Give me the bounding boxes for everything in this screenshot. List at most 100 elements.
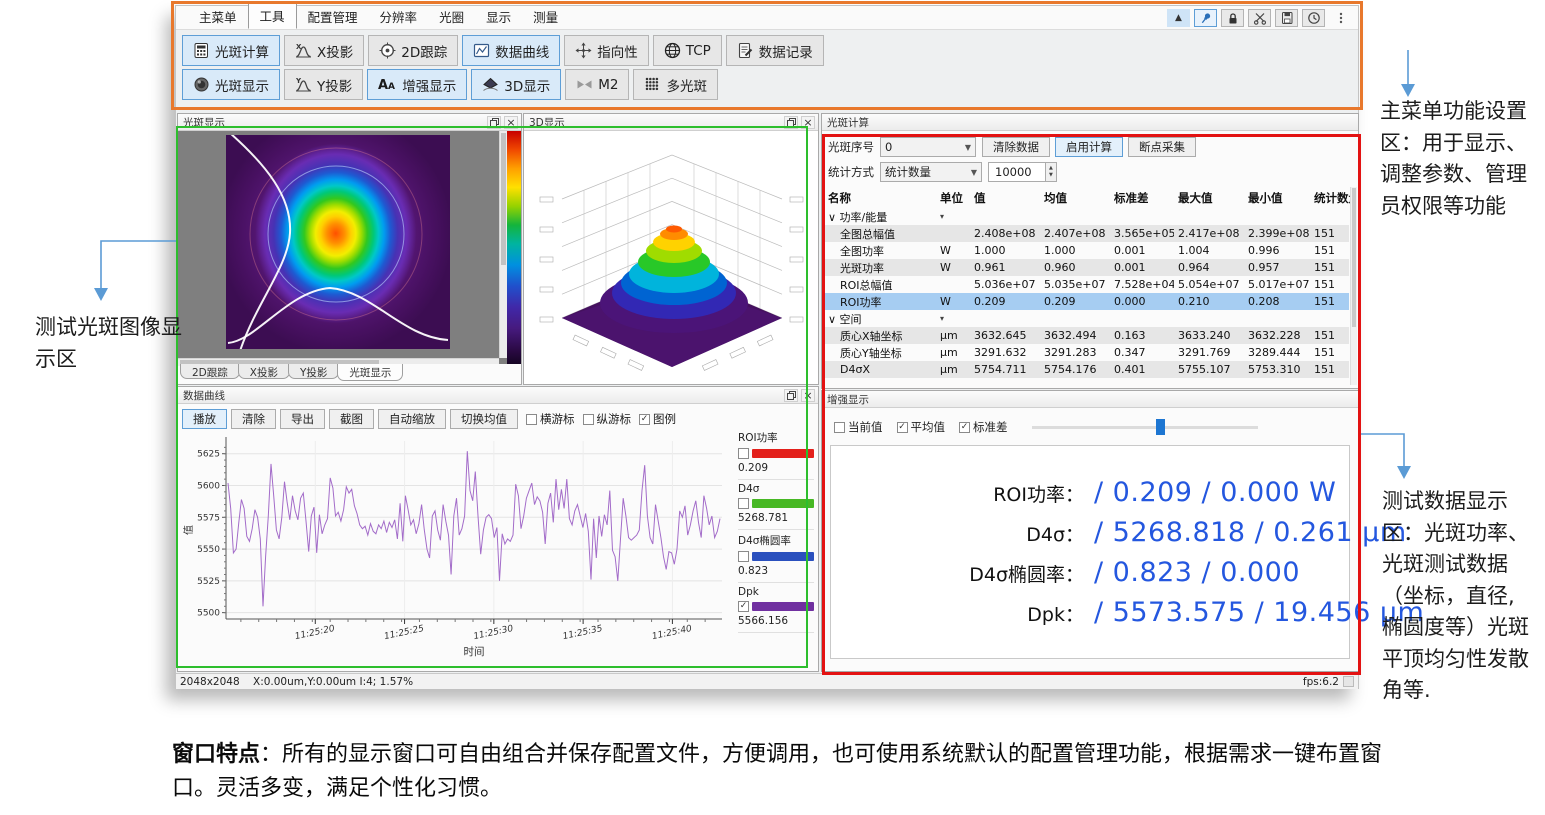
surface-3d-plot — [524, 131, 820, 384]
toolbar-button-m2[interactable]: M2 — [565, 69, 629, 100]
curve-legend: ROI功率0.209D4σ5268.781D4σ椭圆率0.823Dpk✓5566… — [738, 427, 814, 633]
surface-3d-view[interactable] — [524, 131, 818, 384]
vertical-scrollbar[interactable] — [499, 131, 507, 358]
curve-button-播放[interactable]: 播放 — [182, 409, 227, 429]
table-row[interactable]: 全图总幅值2.408e+082.407e+083.565e+052.417e+0… — [824, 225, 1349, 242]
cut-icon[interactable] — [1248, 9, 1271, 27]
toolbar-button-label: 数据记录 — [759, 41, 813, 61]
curve-button-自动缩放[interactable]: 自动缩放 — [378, 409, 446, 429]
legend-checkbox[interactable] — [738, 551, 749, 562]
curve-checkbox-横游标[interactable]: 横游标 — [526, 411, 575, 427]
beam-tabbar: 2D跟踪X投影Y投影光斑显示 — [180, 364, 521, 384]
table-row[interactable]: 全图功率W1.0001.0000.0011.0040.996151 — [824, 242, 1349, 259]
close-icon[interactable]: × — [801, 116, 815, 129]
curve-button-清除[interactable]: 清除 — [231, 409, 276, 429]
toolbar-button-spot-display[interactable]: 光斑显示 — [182, 69, 280, 100]
pin-icon[interactable] — [1194, 9, 1217, 27]
page: 主菜单工具配置管理分辨率光圈显示测量 ▲ — [0, 0, 1545, 815]
more-icon[interactable] — [1329, 9, 1352, 27]
beam-tab-光斑显示[interactable]: 光斑显示 — [337, 364, 403, 381]
table-row[interactable]: D4σXμm5754.7115754.1760.4015755.1075753.… — [824, 361, 1349, 378]
color-scale-bar — [507, 131, 521, 366]
toolbar-button-track-2d[interactable]: 2D跟踪 — [368, 35, 458, 66]
toolbar-button-globe[interactable]: TCP — [653, 35, 722, 66]
restore-icon[interactable] — [784, 116, 798, 129]
history-icon[interactable] — [1302, 9, 1325, 27]
toolbar-button-display-3d[interactable]: 3D显示 — [471, 69, 561, 100]
table-row[interactable]: ROI功率W0.2090.2090.0000.2100.208151 — [824, 293, 1349, 310]
calc-button-清除数据[interactable]: 清除数据 — [982, 137, 1050, 157]
menu-item-6[interactable]: 测量 — [522, 4, 569, 29]
svg-text:5550: 5550 — [197, 545, 220, 555]
beam-overlay — [226, 135, 450, 349]
curve-button-切换均值[interactable]: 切换均值 — [450, 409, 518, 429]
table-group-row[interactable]: ∨ 空间▾ — [824, 310, 1349, 327]
spot-seq-select[interactable]: 0▼ — [880, 137, 976, 157]
svg-text:A: A — [388, 82, 395, 92]
enhanced-panel-titlebar: 增强显示 — [822, 391, 1358, 408]
table-row[interactable]: 光斑功率W0.9610.9600.0010.9640.957151 — [824, 259, 1349, 276]
menu-item-3[interactable]: 分辨率 — [369, 4, 429, 29]
annotation-left: 测试光斑图像显示区 — [35, 312, 185, 375]
projection-x-icon: X — [295, 42, 312, 59]
table-row[interactable]: 质心X轴坐标μm3632.6453632.4940.1633633.240363… — [824, 327, 1349, 344]
resize-grip[interactable] — [1343, 676, 1354, 687]
beam-tab-2D跟踪[interactable]: 2D跟踪 — [180, 364, 240, 379]
toolbar-button-projection-y[interactable]: YY投影 — [284, 69, 363, 100]
menu-item-1[interactable]: 工具 — [248, 2, 297, 29]
beam-tab-Y投影[interactable]: Y投影 — [288, 364, 339, 379]
collapse-icon[interactable]: ▲ — [1167, 9, 1190, 27]
toolbar-button-label: Y投影 — [317, 75, 352, 95]
readout-Dpk: Dpk：/ 5573.575 / 19.456 μm — [849, 597, 1331, 628]
toolbar-button-pointing[interactable]: 指向性 — [564, 35, 649, 66]
checkbox-icon — [583, 414, 594, 425]
toolbar-button-label: 光斑计算 — [215, 41, 269, 61]
lock-icon[interactable] — [1221, 9, 1244, 27]
close-icon[interactable]: × — [504, 116, 518, 129]
close-icon[interactable]: × — [801, 389, 815, 402]
curve-button-导出[interactable]: 导出 — [280, 409, 325, 429]
toolbar-button-label: 指向性 — [597, 41, 638, 61]
menu-item-5[interactable]: 显示 — [475, 4, 522, 29]
display-3d-icon — [482, 76, 499, 93]
curve-checkbox-图例[interactable]: ✓图例 — [639, 411, 676, 427]
calc-button-断点采集[interactable]: 断点采集 — [1128, 137, 1196, 157]
menu-item-2[interactable]: 配置管理 — [297, 4, 369, 29]
table-row[interactable]: ROI总幅值5.036e+075.035e+077.528e+045.054e+… — [824, 276, 1349, 293]
toolbar-button-data-curve[interactable]: 数据曲线 — [462, 35, 560, 66]
toolbar-button-multi-spot[interactable]: 多光斑 — [633, 69, 718, 100]
3d-panel-title: 3D显示 — [529, 115, 565, 130]
enhanced-checkbox-平均值[interactable]: ✓平均值 — [897, 419, 946, 435]
toolbar-button-enhance[interactable]: AA增强显示 — [367, 69, 467, 100]
toolbar-row-2: 光斑显示YY投影AA增强显示3D显示M2多光斑 — [182, 69, 1354, 100]
legend-checkbox[interactable]: ✓ — [738, 601, 749, 612]
restore-icon[interactable] — [487, 116, 501, 129]
menu-item-0[interactable]: 主菜单 — [188, 4, 248, 29]
toolbar: 光斑计算 XX投影2D跟踪数据曲线 指向性 TCP 数据记录 光斑显示YY投影AA增强显… — [182, 32, 1354, 104]
stat-count-spinner[interactable]: 10000▲▼ — [988, 162, 1057, 182]
font-size-slider[interactable] — [1032, 419, 1258, 435]
enhanced-checkbox-当前值[interactable]: 当前值 — [834, 419, 883, 435]
toolbar-button-calculator[interactable]: 光斑计算 — [182, 35, 280, 66]
table-row[interactable]: 质心Y轴坐标μm3291.6323291.2830.3473291.769328… — [824, 344, 1349, 361]
enhance-icon: AA — [378, 76, 397, 93]
beam-view[interactable] — [178, 131, 521, 366]
toolbar-button-projection-x[interactable]: XX投影 — [284, 35, 364, 66]
table-scrollbar[interactable] — [1350, 187, 1357, 385]
table-group-row[interactable]: ∨ 功率/能量▾ — [824, 208, 1349, 225]
toolbar-button-label: TCP — [686, 43, 711, 59]
curve-button-截图[interactable]: 截图 — [329, 409, 374, 429]
toolbar-row-1: 光斑计算 XX投影2D跟踪数据曲线 指向性 TCP 数据记录 — [182, 35, 1354, 66]
curve-checkbox-纵游标[interactable]: 纵游标 — [583, 411, 632, 427]
save-icon[interactable] — [1275, 9, 1298, 27]
restore-icon[interactable] — [784, 389, 798, 402]
calc-button-启用计算[interactable]: 启用计算 — [1055, 137, 1123, 157]
menu-item-4[interactable]: 光圈 — [428, 4, 475, 29]
legend-checkbox[interactable] — [738, 448, 749, 459]
calc-controls-row-1: 光斑序号 0▼ 清除数据启用计算断点采集 — [828, 137, 1196, 157]
legend-checkbox[interactable] — [738, 498, 749, 509]
toolbar-button-data-record[interactable]: 数据记录 — [726, 35, 824, 66]
stat-mode-select[interactable]: 统计数量▼ — [880, 162, 982, 182]
enhanced-checkbox-标准差[interactable]: ✓标准差 — [959, 419, 1008, 435]
beam-tab-X投影[interactable]: X投影 — [238, 364, 290, 379]
